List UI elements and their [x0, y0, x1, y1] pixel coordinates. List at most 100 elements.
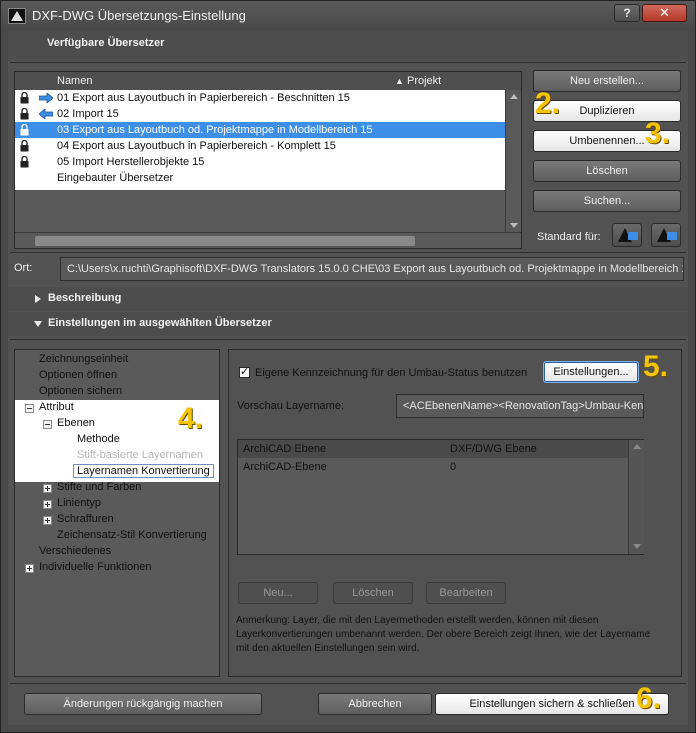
- expand-plus-icon[interactable]: [43, 484, 52, 493]
- title-bar[interactable]: DXF-DWG Übersetzungs-Einstellung ? ✕: [1, 1, 695, 31]
- translator-row-label: 03 Export aus Layoutbuch od. Projektmapp…: [57, 124, 373, 136]
- translator-row-label: 05 Import Herstellerobjekte 15: [57, 156, 205, 168]
- translator-row[interactable]: 04 Export aus Layoutbuch in Papierbereic…: [15, 138, 505, 154]
- renovation-settings-button[interactable]: Einstellungen...: [543, 361, 639, 383]
- expand-plus-icon[interactable]: [43, 500, 52, 509]
- divider: [10, 683, 686, 684]
- settings-tree[interactable]: Zeichnungseinheit Optionen öffnen Option…: [14, 349, 220, 677]
- tree-item-font-style-conversion[interactable]: Zeichensatz-Stil Konvertierung: [57, 529, 207, 541]
- column-dxf-layer[interactable]: DXF/DWG Ebene: [450, 443, 537, 455]
- collapse-minus-icon[interactable]: [25, 404, 34, 413]
- cancel-button[interactable]: Abbrechen: [318, 693, 432, 715]
- export-arrow-icon: [39, 93, 53, 103]
- window-title: DXF-DWG Übersetzungs-Einstellung: [32, 8, 246, 23]
- list-vertical-scrollbar[interactable]: [505, 90, 521, 232]
- translator-row[interactable]: 02 Import 15: [15, 106, 505, 122]
- collapse-down-icon: [34, 321, 42, 327]
- callout-3: 3.: [645, 117, 671, 150]
- tree-item-hatches[interactable]: Schraffuren: [57, 513, 114, 525]
- edit-row-button[interactable]: Bearbeiten: [426, 582, 506, 604]
- tree-item-pen-based-layer-names[interactable]: Stift-basierte Layernamen: [77, 449, 203, 461]
- layer-conversion-table[interactable]: ArchiCAD Ebene DXF/DWG Ebene ArchiCAD-Eb…: [237, 439, 644, 555]
- table-header: ArchiCAD Ebene DXF/DWG Ebene: [238, 440, 628, 458]
- description-section-label: Beschreibung: [48, 292, 122, 304]
- translator-list[interactable]: Namen ▲ Projekt 01 Export aus Layoutbuch…: [14, 71, 522, 249]
- table-row[interactable]: ArchiCAD-Ebene 0: [238, 458, 628, 474]
- new-row-button[interactable]: Neu...: [238, 582, 318, 604]
- translator-row-label: 02 Import 15: [57, 108, 119, 120]
- tree-item-drawing-unit[interactable]: Zeichnungseinheit: [39, 353, 128, 365]
- import-arrow-icon: [667, 232, 677, 240]
- column-project[interactable]: Projekt: [407, 75, 441, 87]
- lock-icon: [20, 92, 29, 104]
- renovation-tag-checkbox[interactable]: [239, 365, 250, 378]
- translators-section-label: Verfügbare Übersetzer: [47, 37, 165, 49]
- callout-4: 4.: [178, 402, 204, 435]
- search-button[interactable]: Suchen...: [533, 190, 681, 212]
- translator-row-label: Eingebauter Übersetzer: [57, 172, 174, 184]
- lock-icon: [20, 140, 29, 152]
- scroll-up-icon[interactable]: [510, 94, 518, 99]
- description-section-header[interactable]: Beschreibung: [8, 287, 688, 311]
- list-empty-area: [15, 190, 505, 232]
- tree-item-miscellaneous[interactable]: Verschiedenes: [39, 545, 111, 557]
- table-vertical-scrollbar[interactable]: [628, 440, 644, 554]
- column-name[interactable]: Namen: [57, 75, 92, 87]
- sort-up-icon: ▲: [395, 76, 404, 86]
- location-path-field: C:\Users\x.ruchti\Graphisoft\DXF-DWG Tra…: [60, 257, 684, 281]
- translator-row[interactable]: 05 Import Herstellerobjekte 15: [15, 154, 505, 170]
- close-button[interactable]: ✕: [642, 4, 687, 22]
- translator-row[interactable]: 01 Export aus Layoutbuch in Papierbereic…: [15, 90, 505, 106]
- scroll-down-icon[interactable]: [633, 544, 641, 549]
- help-button[interactable]: ?: [614, 4, 640, 22]
- callout-6: 6.: [636, 682, 662, 715]
- translator-row[interactable]: Eingebauter Übersetzer: [15, 170, 505, 186]
- tree-item-save-options[interactable]: Optionen sichern: [39, 385, 122, 397]
- translator-row-selected[interactable]: 03 Export aus Layoutbuch od. Projektmapp…: [15, 122, 505, 138]
- standard-for-label: Standard für:: [537, 231, 601, 243]
- import-arrow-icon: [39, 109, 53, 119]
- expand-plus-icon[interactable]: [25, 564, 34, 573]
- standard-export-button[interactable]: [612, 223, 642, 247]
- collapse-minus-icon[interactable]: [43, 420, 52, 429]
- list-body: 01 Export aus Layoutbuch in Papierbereic…: [15, 90, 521, 190]
- scroll-up-icon[interactable]: [633, 444, 641, 449]
- tree-item-layer-name-conversion[interactable]: Layernamen Konvertierung: [73, 464, 214, 478]
- expand-right-icon: [35, 295, 41, 303]
- delete-row-button[interactable]: Löschen: [333, 582, 413, 604]
- list-horizontal-scrollbar[interactable]: [15, 232, 521, 248]
- renovation-tag-checkbox-label[interactable]: Eigene Kennzeichnung für den Umbau-Statu…: [255, 367, 527, 379]
- table-cell: 0: [450, 461, 457, 473]
- translator-row-label: 01 Export aus Layoutbuch in Papierbereic…: [57, 92, 350, 104]
- column-archicad-layer[interactable]: ArchiCAD Ebene: [243, 443, 326, 455]
- scroll-thumb[interactable]: [35, 236, 415, 246]
- location-label: Ort:: [14, 262, 33, 274]
- archicad-app-icon: [8, 8, 26, 24]
- scroll-down-icon[interactable]: [510, 223, 518, 228]
- callout-5: 5.: [643, 350, 669, 383]
- tree-item-method[interactable]: Methode: [77, 433, 120, 445]
- save-and-close-button[interactable]: Einstellungen sichern & schließen: [435, 693, 669, 715]
- tree-item-layers[interactable]: Ebenen: [57, 417, 95, 429]
- tree-item-attribute[interactable]: Attribut: [39, 401, 74, 413]
- tree-item-open-options[interactable]: Optionen öffnen: [39, 369, 117, 381]
- settings-section-label: Einstellungen im ausgewählten Übersetzer: [48, 317, 272, 329]
- preview-layername-label: Vorschau Layername:: [237, 400, 345, 412]
- delete-button[interactable]: Löschen: [533, 160, 681, 182]
- tree-item-pens-colors[interactable]: Stifte und Farben: [57, 481, 141, 493]
- divider: [10, 252, 686, 253]
- lock-icon: [20, 156, 29, 168]
- preview-layername-field: <ACEbenenName><RenovationTag>Umbau-Kenn: [396, 394, 644, 418]
- divider: [10, 339, 686, 340]
- expand-plus-icon[interactable]: [43, 516, 52, 525]
- undo-changes-button[interactable]: Änderungen rückgängig machen: [24, 693, 262, 715]
- tree-item-linetype[interactable]: Linientyp: [57, 497, 101, 509]
- tree-item-custom-functions[interactable]: Individuelle Funktionen: [39, 561, 152, 573]
- export-arrow-icon: [628, 232, 638, 240]
- table-cell: ArchiCAD-Ebene: [243, 461, 327, 473]
- note-text: Anmerkung: Layer, die mit den Layermetho…: [236, 615, 651, 654]
- translator-row-label: 04 Export aus Layoutbuch in Papierbereic…: [57, 140, 336, 152]
- standard-import-button[interactable]: [651, 223, 681, 247]
- settings-section-header[interactable]: Einstellungen im ausgewählten Übersetzer: [8, 312, 688, 336]
- callout-2: 2.: [535, 87, 561, 120]
